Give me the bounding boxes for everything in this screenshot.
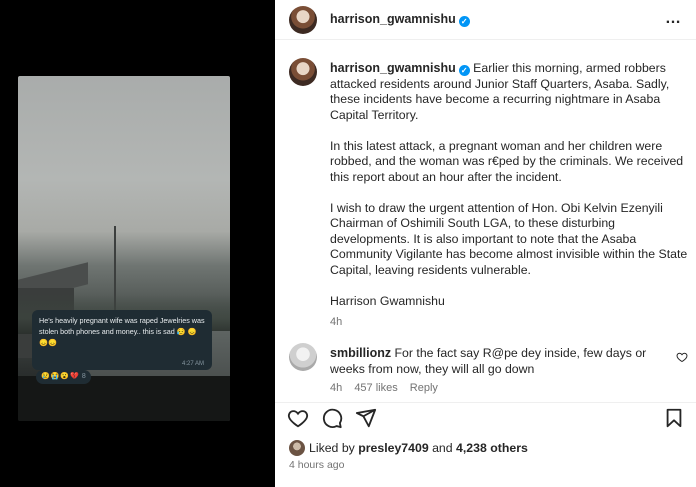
comment-likes[interactable]: 457 likes [354,382,397,394]
caption-paragraph-2: In this latest attack, a pregnant woman … [330,138,684,184]
share-send-icon[interactable] [355,407,377,429]
post-details-panel: harrison_gwamnishu ✓ … harrison_gwamnishu… [275,0,696,487]
post-header: harrison_gwamnishu ✓ … [275,0,696,40]
caption-paragraph-3: I wish to draw the urgent attention of H… [330,200,688,277]
caption-signature: Harrison Gwamnishu [330,293,445,308]
commenter-avatar[interactable] [289,343,317,371]
liker-username[interactable]: presley7409 [358,441,428,455]
comment-body: smbillionz For the fact say R@pe dey ins… [330,346,660,377]
verified-badge-icon: ✓ [458,65,470,76]
reaction-emojis: 😢😭😮💔 [41,373,80,380]
caption-age[interactable]: 4h [330,315,690,331]
like-heart-icon[interactable] [287,407,309,429]
caption: harrison_gwamnishu ✓ Earlier this morning… [330,61,690,331]
comment-bubble-icon[interactable] [321,407,343,429]
media-pane: He's heavily pregnant wife was raped Jew… [0,0,275,487]
liker-avatar[interactable] [289,440,305,456]
comment-age: 4h [330,382,343,394]
caption-avatar[interactable] [289,58,317,86]
chat-message: He's heavily pregnant wife was raped Jew… [39,316,205,347]
comment-like-heart-icon[interactable] [676,351,688,363]
chat-time: 4:27 AM [181,361,204,367]
reaction-count: 8 [81,373,86,380]
post-timestamp[interactable]: 4 hours ago [289,459,344,471]
instagram-post-view: He's heavily pregnant wife was raped Jew… [0,0,696,487]
more-options-icon[interactable]: … [665,10,682,28]
comment-reply-button[interactable]: Reply [410,382,438,394]
action-bar [275,402,696,432]
verified-badge-icon: ✓ [458,16,470,27]
comment-meta: 4h 457 likes Reply [330,382,447,394]
author-avatar[interactable] [289,6,317,34]
chat-bubble: He's heavily pregnant wife was raped Jew… [32,310,212,370]
caption-area: harrison_gwamnishu ✓ Earlier this morning… [275,40,696,402]
likes-others-link[interactable]: 4,238 others [456,441,528,455]
chat-reactions: 😢😭😮💔 8 [36,370,91,384]
liked-by-line: Liked by presley7409 and 4,238 others [289,440,528,456]
caption-username[interactable]: harrison_gwamnishu ✓ [330,61,470,76]
author-username[interactable]: harrison_gwamnishu ✓ [330,12,470,27]
commenter-username[interactable]: smbillionz [330,346,391,360]
save-bookmark-icon[interactable] [663,407,685,429]
